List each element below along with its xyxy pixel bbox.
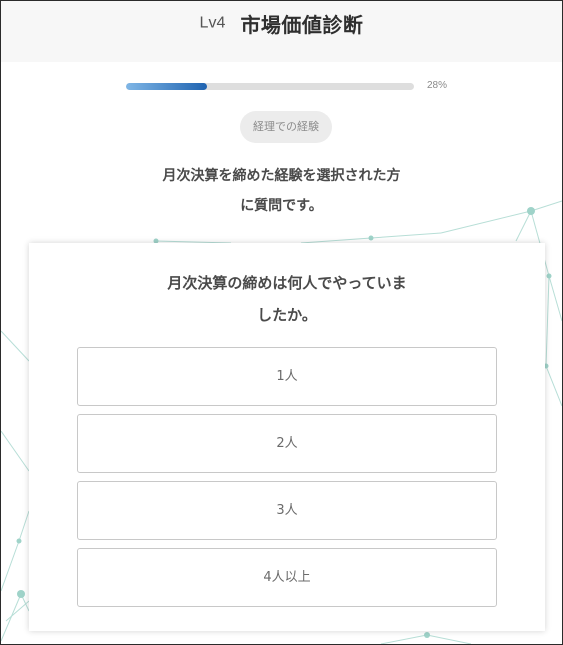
progress-percent: 28%: [427, 80, 448, 91]
level-label: Lv4: [199, 14, 226, 32]
progress-bar-fill: [126, 83, 207, 90]
page-title: 市場価値診断: [240, 13, 364, 37]
page-frame: Lv4 市場価値診断 28% 経理での経験 月次決算を締めた経験を選択された方 …: [0, 0, 563, 645]
header-bar: Lv4 市場価値診断: [1, 1, 562, 62]
question-text: 月次決算の締めは何人でやっていま したか。: [29, 267, 545, 331]
intro-line-1: 月次決算を締めた経験を選択された方: [162, 168, 401, 184]
category-badge: 経理での経験: [240, 111, 332, 143]
intro-text: 月次決算を締めた経験を選択された方 に質問です。: [101, 161, 462, 221]
intro-line-2: に質問です。: [240, 198, 323, 214]
answer-option-1[interactable]: 1人: [77, 347, 497, 406]
answer-option-4[interactable]: 4人以上: [77, 548, 497, 607]
answer-option-3[interactable]: 3人: [77, 481, 497, 540]
header-title-group: Lv4 市場価値診断: [1, 9, 562, 38]
question-line-1: 月次決算の締めは何人でやっていま: [167, 274, 407, 292]
question-card: 月次決算の締めは何人でやっていま したか。 1人 2人 3人 4人以上: [29, 243, 545, 631]
answer-option-2[interactable]: 2人: [77, 414, 497, 473]
progress-bar: [126, 83, 414, 90]
question-line-2: したか。: [257, 306, 317, 324]
